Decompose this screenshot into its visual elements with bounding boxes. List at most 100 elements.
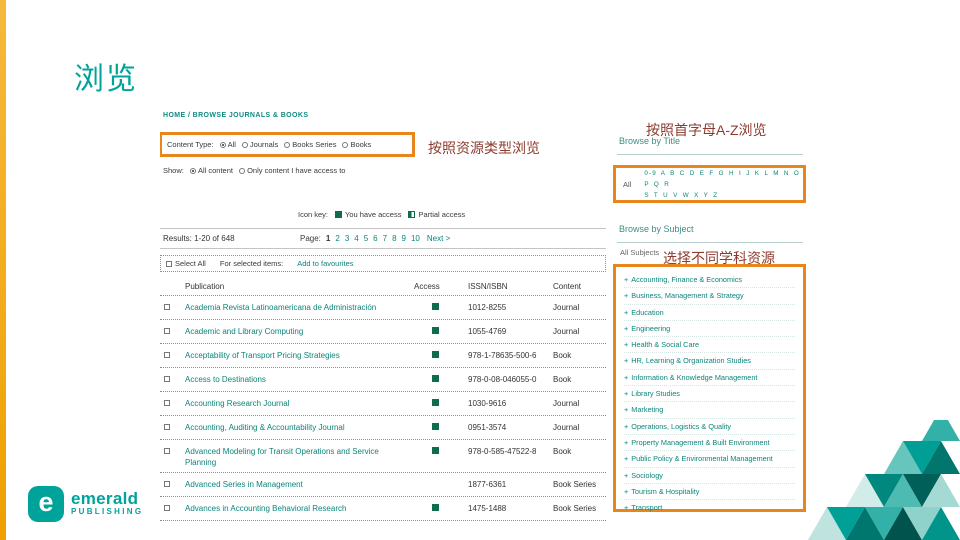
az-all-link[interactable]: All [616, 180, 644, 189]
icon-key-partial-access: Partial access [408, 210, 465, 219]
access-icon [432, 351, 439, 358]
publication-link[interactable]: Acceptability of Transport Pricing Strat… [182, 350, 408, 361]
results-count: Results: 1-20 of 648 [163, 234, 235, 243]
subject-item[interactable]: + Public Policy & Environmental Managemen… [624, 451, 795, 468]
expand-plus-icon[interactable]: + [624, 487, 628, 496]
subject-item[interactable]: + Engineering [624, 321, 795, 338]
content-type-radio-books-series[interactable]: Books Series [284, 140, 336, 149]
expand-plus-icon[interactable]: + [624, 454, 628, 463]
subject-item[interactable]: + Sociology [624, 468, 795, 484]
page-number-8[interactable]: 8 [392, 234, 396, 243]
next-page-link[interactable]: Next > [427, 234, 450, 243]
subject-item[interactable]: + Property Management & Built Environment [624, 435, 795, 452]
expand-plus-icon[interactable]: + [624, 356, 628, 365]
content-type-cell: Journal [553, 423, 580, 432]
breadcrumb[interactable]: HOME / BROWSE JOURNALS & BOOKS [163, 112, 308, 119]
expand-plus-icon[interactable]: + [624, 308, 628, 317]
subject-item[interactable]: + Operations, Logistics & Quality [624, 419, 795, 435]
publication-link[interactable]: Advanced Modeling for Transit Operations… [182, 446, 408, 468]
subject-item[interactable]: + Marketing [624, 402, 795, 419]
expand-plus-icon[interactable]: + [624, 405, 628, 414]
access-icon [432, 423, 439, 430]
page-number-9[interactable]: 9 [402, 234, 406, 243]
content-type-cell: Book [553, 375, 572, 384]
content-type-cell: Journal [553, 303, 580, 312]
expand-plus-icon[interactable]: + [624, 422, 628, 431]
az-letter-links[interactable]: 0-9 A B C D E F G H I J K L M N O P Q R … [644, 168, 803, 201]
all-subjects-link[interactable]: All Subjects [620, 248, 659, 257]
expand-plus-icon[interactable]: + [624, 373, 628, 382]
expand-plus-icon[interactable]: + [624, 438, 628, 447]
annotation-browse-by-type: 按照资源类型浏览 [428, 140, 540, 156]
show-label: Show: [163, 166, 184, 175]
subject-item[interactable]: + Health & Social Care [624, 337, 795, 354]
expand-plus-icon[interactable]: + [624, 340, 628, 349]
publication-link[interactable]: Access to Destinations [182, 374, 408, 385]
content-type-radio-journals[interactable]: Journals [241, 140, 278, 149]
publication-link[interactable]: Accounting Research Journal [182, 398, 408, 409]
show-radio-all-content[interactable]: All content [186, 166, 233, 175]
row-checkbox[interactable] [164, 376, 170, 382]
row-checkbox[interactable] [164, 481, 170, 487]
row-checkbox[interactable] [164, 505, 170, 511]
issn-cell: 1877-6361 [468, 480, 507, 489]
issn-cell: 1012-8255 [468, 303, 507, 312]
expand-plus-icon[interactable]: + [624, 291, 628, 300]
add-to-favourites-link[interactable]: Add to favourites [297, 259, 353, 268]
page-number-10[interactable]: 10 [411, 234, 420, 243]
page-number-7[interactable]: 7 [383, 234, 387, 243]
subject-item[interactable]: + Information & Knowledge Management [624, 370, 795, 387]
subject-item[interactable]: + Tourism & Hospitality [624, 484, 795, 501]
browse-by-subject-heading: Browse by Subject [617, 224, 803, 243]
radio-icon [239, 168, 246, 175]
show-radio-only-access[interactable]: Only content I have access to [235, 166, 345, 175]
publication-link[interactable]: Advances in Accounting Behavioral Resear… [182, 503, 408, 514]
subject-item[interactable]: + Library Studies [624, 386, 795, 403]
subject-item[interactable]: + Education [624, 305, 795, 321]
page-number-4[interactable]: 4 [354, 234, 358, 243]
page-number-6[interactable]: 6 [373, 234, 377, 243]
table-row: Accounting, Auditing & Accountability Jo… [160, 416, 606, 440]
expand-plus-icon[interactable]: + [624, 471, 628, 480]
select-all-control[interactable]: Select All [166, 259, 206, 268]
expand-plus-icon[interactable]: + [624, 503, 628, 512]
publication-link[interactable]: Academia Revista Latinoamericana de Admi… [182, 302, 408, 313]
full-access-icon [335, 211, 343, 218]
row-checkbox[interactable] [164, 424, 170, 430]
page-number-3[interactable]: 3 [345, 234, 349, 243]
expand-plus-icon[interactable]: + [624, 389, 628, 398]
az-letters-row2[interactable]: S T U V W X Y Z [644, 190, 803, 201]
issn-cell: 1475-1488 [468, 504, 507, 513]
pagination: Page: 1 2 3 4 5 6 7 8 9 10 Next > [300, 234, 450, 243]
results-bar: Results: 1-20 of 648 Page: 1 2 3 4 5 6 7… [160, 228, 606, 249]
page-number-5[interactable]: 5 [364, 234, 368, 243]
row-checkbox[interactable] [164, 400, 170, 406]
subject-list: + Accounting, Finance & Economics + Busine… [624, 272, 795, 515]
subject-item[interactable]: + Accounting, Finance & Economics [624, 272, 795, 289]
content-type-radio-all[interactable]: All [219, 140, 236, 149]
content-type-highlight-box: Content Type: All Journals Books Series … [160, 132, 415, 157]
table-row: Advanced Series in Management 1877-6361 … [160, 473, 606, 497]
select-all-checkbox[interactable] [166, 260, 172, 267]
row-checkbox[interactable] [164, 352, 170, 358]
content-type-radio-books[interactable]: Books [342, 140, 371, 149]
publication-link[interactable]: Advanced Series in Management [182, 479, 408, 490]
row-checkbox[interactable] [164, 304, 170, 310]
content-type-label: Content Type: [167, 140, 214, 149]
subject-item[interactable]: + Transport [624, 500, 795, 515]
page-number-1[interactable]: 1 [326, 234, 330, 243]
expand-plus-icon[interactable]: + [624, 275, 628, 284]
radio-selected-icon [189, 168, 196, 175]
az-letters-row1[interactable]: 0-9 A B C D E F G H I J K L M N O P Q R [644, 168, 803, 190]
expand-plus-icon[interactable]: + [624, 324, 628, 333]
subject-item[interactable]: + Business, Management & Strategy [624, 288, 795, 305]
table-header: Publication Access ISSN/ISBN Content [160, 277, 606, 296]
issn-cell: 978-1-78635-500-6 [468, 351, 537, 360]
page-number-2[interactable]: 2 [335, 234, 339, 243]
publication-link[interactable]: Academic and Library Computing [182, 326, 408, 337]
row-checkbox[interactable] [164, 328, 170, 334]
subject-item[interactable]: + HR, Learning & Organization Studies [624, 353, 795, 370]
row-checkbox[interactable] [164, 448, 170, 454]
access-icon [432, 447, 439, 454]
publication-link[interactable]: Accounting, Auditing & Accountability Jo… [182, 422, 408, 433]
